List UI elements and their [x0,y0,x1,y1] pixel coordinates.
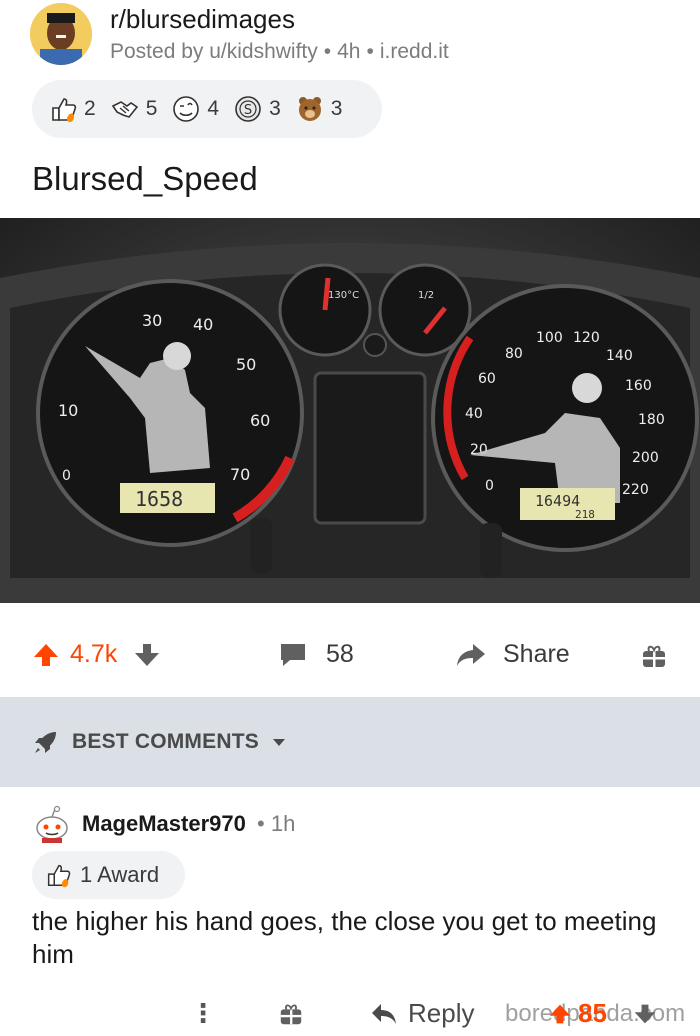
gauge-tick: 220 [622,482,649,498]
commenter-avatar[interactable] [32,804,72,844]
award-item: 2 [48,94,96,124]
post-domain[interactable]: i.redd.it [380,40,449,63]
posted-by[interactable]: Posted by u/kidshwifty [110,40,318,63]
gauge-tick: 80 [505,346,523,362]
post-actions: 4.7k 58 Share [0,630,700,686]
award-item: 5 [110,94,158,124]
gauge-tick: 60 [478,371,496,387]
comment-time: • 1h [257,811,296,836]
comment-username[interactable]: MageMaster970 [82,811,246,837]
share-label: Share [503,640,570,668]
temp-label: 130°C [328,290,359,301]
gauge-tick: 70 [230,465,250,484]
right-trip: 218 [575,508,595,521]
gift-icon [280,1004,302,1025]
left-odometer: 1658 [135,487,183,511]
gauge-tick: 120 [573,330,600,346]
award-item: S 3 [233,94,281,124]
gauge-tick: 30 [142,311,162,330]
comment-body: the higher his hand goes, the close you … [32,906,657,969]
comments-count: 58 [326,640,354,668]
gauge-tick: 40 [465,406,483,422]
thumbs-fire-award-icon [47,864,71,888]
speedometer-image: 30 40 50 60 70 10 0 1658 130°C 1/2 80 10… [0,218,700,603]
gauge-tick: 50 [236,355,256,374]
downvote-arrow-icon[interactable] [133,641,161,669]
downvote-arrow-icon[interactable] [633,1002,657,1026]
wink-face-award-icon [173,96,200,122]
sort-label: BEST COMMENTS [72,730,259,753]
gauge-tick: 200 [632,450,659,466]
reply-button[interactable]: Reply [370,998,474,1029]
post-time: 4h [337,40,361,63]
post-score: 4.7k [70,640,118,668]
reply-arrow-icon [372,1003,396,1024]
award-count: 2 [84,97,96,120]
comment-bubble-icon [281,643,305,666]
post-image[interactable]: 30 40 50 60 70 10 0 1658 130°C 1/2 80 10… [0,218,700,603]
gauge-tick: 160 [625,378,652,394]
comment-award-label: 1 Award [80,862,160,887]
comment-sort-bar[interactable]: BEST COMMENTS [0,697,700,787]
award-gift-button[interactable] [640,642,668,670]
thumbs-fire-award-icon [52,98,77,122]
vote-group: 4.7k [32,640,161,669]
reply-label: Reply [408,998,475,1028]
post-meta: Posted by u/kidshwifty • 4h • i.redd.it [110,40,449,64]
avatar-image-icon [30,3,92,65]
award-item: 4 [171,94,219,124]
svg-text:S: S [244,103,252,118]
comment-actions: ⋮ Reply boredpanda.com 85 [0,992,700,1036]
comment-vote-group: 85 [548,998,657,1029]
bear-award-icon [298,97,321,121]
gauge-tick: 140 [606,348,633,364]
right-odometer: 16494 [535,492,580,510]
award-count: 3 [330,97,343,120]
comments-button[interactable]: 58 [278,640,354,669]
subreddit-avatar[interactable] [30,3,92,65]
chevron-down-icon [272,739,285,746]
gauge-tick: 100 [536,330,563,346]
gauge-tick: 0 [485,478,494,494]
gauge-tick: 40 [193,315,213,334]
comment-gift-button[interactable] [278,1001,304,1032]
gauge-tick: 0 [62,468,71,484]
more-options-icon[interactable]: ⋮ [190,998,216,1029]
comment-score: 85 [578,998,607,1028]
awards-pill[interactable]: 2 5 4 S 3 3 [32,80,382,138]
fuel-label: 1/2 [418,290,434,301]
award-count: 4 [207,97,220,120]
comment-time-value: 1h [270,811,296,836]
snoo-avatar-icon [36,805,68,843]
gift-icon [643,645,665,667]
meta-separator: • [366,40,374,63]
upvote-arrow-icon[interactable] [548,1002,572,1026]
meta-separator: • [323,40,332,63]
share-arrow-icon [457,643,485,666]
gauge-tick: 180 [638,412,665,428]
award-count: 3 [269,97,281,120]
award-item: 3 [295,94,343,124]
share-button[interactable]: Share [455,640,570,669]
gauge-tick: 10 [58,401,78,420]
gauge-tick: 60 [250,411,270,430]
silver-coin-award-icon: S [235,96,261,122]
rocket-icon [35,732,56,753]
post-header: r/blursedimages Posted by u/kidshwifty • 4… [0,0,700,75]
subreddit-name[interactable]: r/blursedimages [110,4,295,35]
upvote-arrow-icon[interactable] [32,641,60,669]
award-count: 5 [145,97,158,120]
comment-awards-pill[interactable]: 1 Award [32,851,185,899]
handshake-award-icon [111,101,138,118]
post-title[interactable]: Blursed_Speed [32,160,258,198]
